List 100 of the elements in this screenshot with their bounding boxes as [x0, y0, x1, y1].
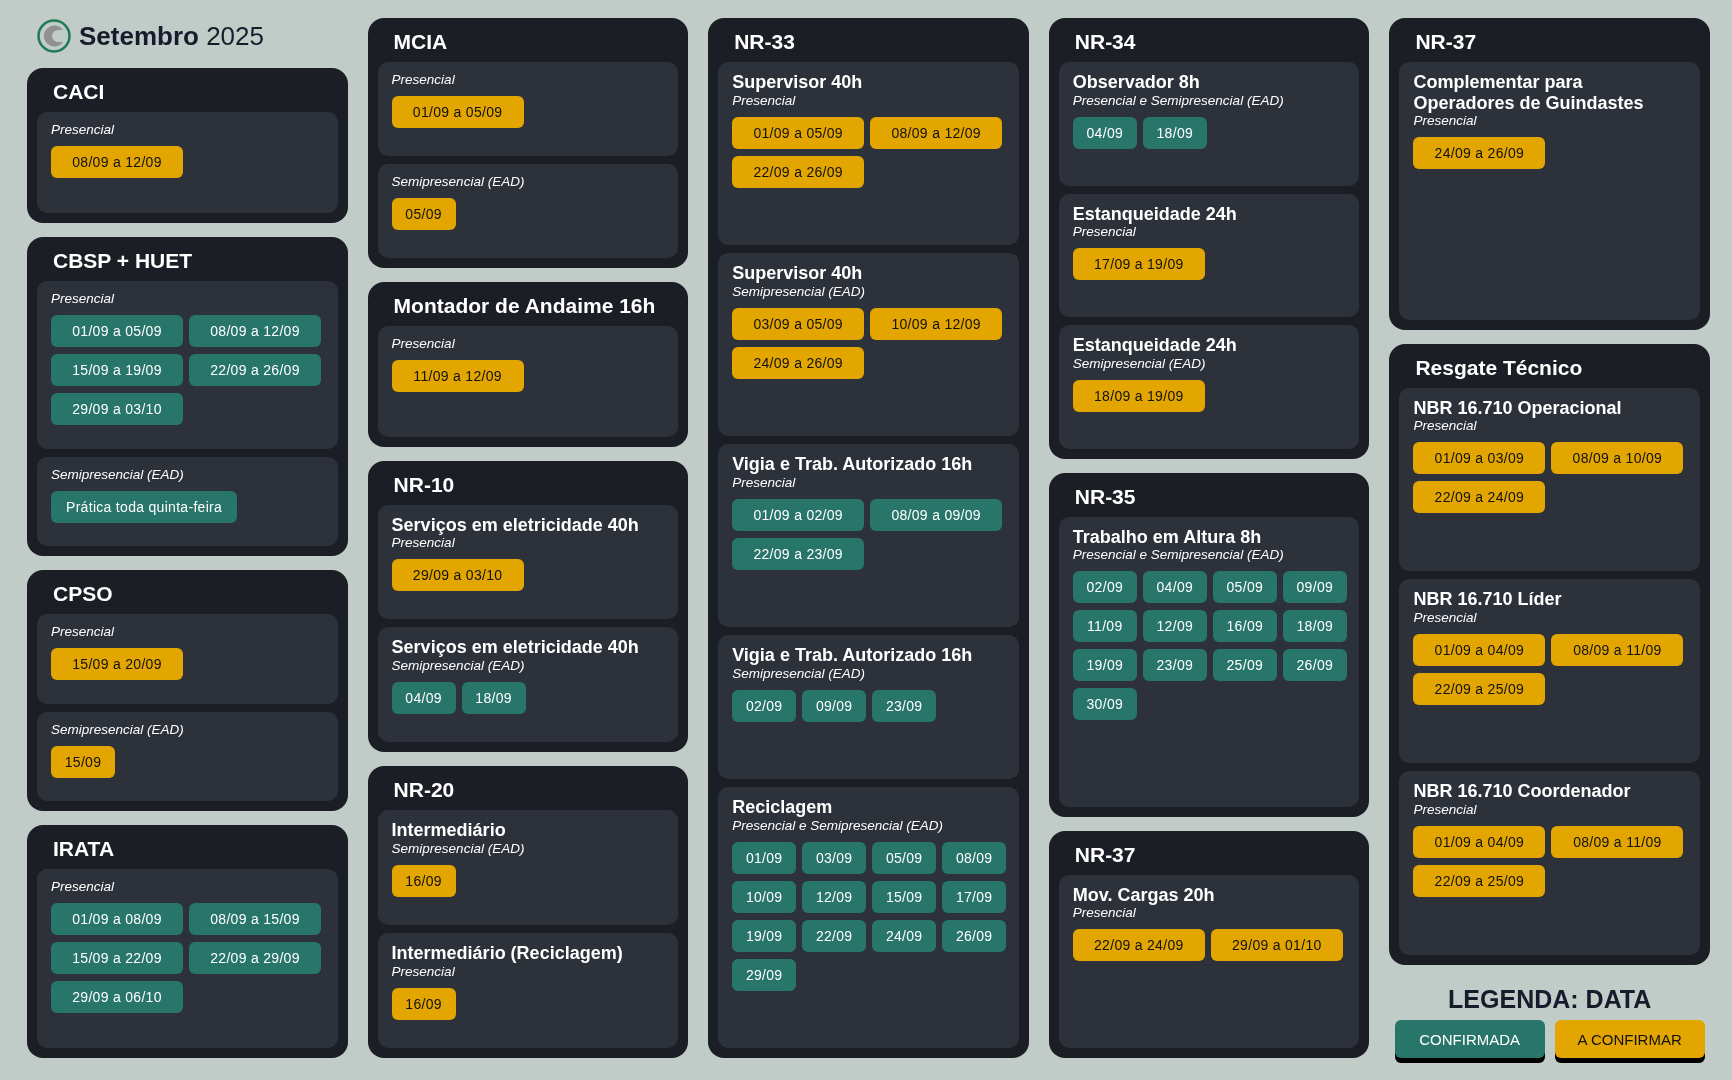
course-title: CACI [52, 79, 106, 104]
date-tag: 22/09 a 24/09 [1072, 929, 1205, 962]
class-mode: Presencial e Semipresencial (EAD) [1072, 92, 1285, 108]
date-tag: 24/09 [872, 919, 937, 952]
date-tag: Prática toda quinta-feira [51, 490, 238, 523]
date-tag: 05/09 [872, 841, 937, 874]
class-mode: Semipresencial (EAD) [391, 174, 526, 190]
class-mode: Presencial e Semipresencial (EAD) [1072, 547, 1285, 563]
class-name: Complementar para Operadores de Guindastes [1413, 72, 1645, 114]
date-tag: 15/09 a 22/09 [51, 942, 183, 974]
date-tag: 17/09 [942, 880, 1007, 913]
class-name: Supervisor 40h [732, 72, 864, 93]
course-title: IRATA [52, 836, 116, 861]
date-tag: 04/09 [1072, 116, 1137, 149]
date-tag: 24/09 a 26/09 [732, 346, 865, 379]
class-mode: Presencial [1072, 224, 1137, 240]
date-tag: 22/09 a 23/09 [732, 537, 865, 570]
class-name: NBR 16.710 Operacional [1413, 397, 1623, 419]
date-tag: 10/09 a 12/09 [870, 307, 1003, 340]
date-tag: 18/09 [1282, 610, 1347, 643]
class-name: Serviços em eletricidade 40h [391, 637, 640, 659]
class-mode: Semipresencial (EAD) [51, 466, 185, 482]
date-tag: 22/09 a 25/09 [1413, 673, 1546, 706]
class-mode: Presencial [1413, 610, 1478, 626]
date-tag: 25/09 [1212, 649, 1277, 682]
course-title: Montador de Andaime 16h [392, 293, 657, 319]
date-tag: 17/09 a 19/09 [1072, 248, 1205, 281]
course-title: NR-10 [392, 471, 456, 497]
page-title: Setembro 2025 [79, 20, 264, 52]
date-tag: 08/09 a 12/09 [51, 146, 183, 178]
class-mode: Semipresencial (EAD) [732, 283, 866, 299]
date-tag: 29/09 a 06/10 [51, 981, 183, 1013]
date-tag: 29/09 a 03/10 [51, 393, 183, 425]
date-tag: 05/09 [1212, 571, 1277, 604]
date-tag: 22/09 a 26/09 [732, 155, 865, 188]
date-tag: 05/09 [391, 198, 456, 231]
course-title: CBSP + HUET [52, 248, 194, 273]
course-title: NR-35 [1073, 483, 1137, 509]
date-tag: 12/09 [1142, 610, 1207, 643]
date-tag: 29/09 a 01/10 [1210, 929, 1343, 962]
date-tag: 22/09 a 25/09 [1413, 864, 1546, 897]
date-tag: 26/09 [942, 919, 1007, 952]
date-tag: 08/09 a 09/09 [870, 498, 1003, 531]
class-mode: Presencial [51, 122, 116, 137]
date-tag: 09/09 [1282, 571, 1347, 604]
date-tag: 01/09 a 03/09 [1413, 442, 1546, 475]
date-tag: 16/09 [391, 865, 456, 897]
date-tag: 01/09 a 02/09 [732, 498, 865, 531]
date-tag: 02/09 [1072, 571, 1137, 604]
date-tag: 01/09 a 05/09 [732, 116, 865, 149]
date-tag: 22/09 a 26/09 [189, 354, 321, 386]
class-name: Vigia e Trab. Autorizado 16h [732, 454, 974, 475]
class-mode: Presencial [391, 535, 456, 551]
date-tag: 01/09 [732, 841, 797, 874]
date-tag: 30/09 [1072, 688, 1137, 721]
date-tag: 08/09 a 11/09 [1551, 634, 1684, 667]
class-mode: Presencial [1072, 905, 1137, 921]
class-mode: Presencial [732, 92, 797, 108]
date-tag: 08/09 a 12/09 [189, 315, 321, 347]
class-mode: Semipresencial (EAD) [1072, 355, 1207, 371]
date-tag: 23/09 [1142, 649, 1207, 682]
date-tag: 08/09 a 10/09 [1551, 442, 1684, 475]
class-name: Trabalho em Altura 8h [1072, 526, 1263, 548]
date-tag: 11/09 a 12/09 [391, 360, 524, 393]
date-tag: 01/09 a 05/09 [51, 315, 183, 347]
class-name: Intermediário [391, 820, 507, 841]
date-tag: 18/09 [1142, 116, 1207, 149]
class-mode: Semipresencial (EAD) [732, 665, 866, 681]
date-tag: 18/09 [461, 682, 526, 715]
date-tag: 29/09 a 03/10 [391, 559, 524, 592]
date-tag: 22/09 a 24/09 [1413, 481, 1546, 514]
date-tag: 15/09 a 20/09 [51, 648, 183, 680]
class-mode: Semipresencial (EAD) [391, 658, 526, 674]
date-tag: 22/09 a 29/09 [189, 942, 321, 974]
date-tag: 04/09 [391, 682, 456, 715]
class-mode: Presencial e Semipresencial (EAD) [732, 817, 945, 833]
class-name: Mov. Cargas 20h [1072, 884, 1216, 906]
class-mode: Presencial [1413, 418, 1478, 434]
class-mode: Presencial [391, 336, 456, 352]
date-tag: 09/09 [802, 689, 867, 722]
date-tag: 23/09 [872, 689, 937, 722]
logo-icon [37, 19, 71, 53]
date-tag: 26/09 [1282, 649, 1347, 682]
class-name: Estanqueidade 24h [1072, 335, 1238, 356]
class-name: NBR 16.710 Coordenador [1413, 781, 1632, 802]
class-name: Estanqueidade 24h [1072, 203, 1238, 225]
course-title: NR-20 [392, 777, 456, 803]
date-tag: 03/09 a 05/09 [732, 307, 865, 340]
course-title: Resgate Técnico [1414, 354, 1584, 380]
date-tag: 22/09 [802, 919, 867, 952]
date-tag: 29/09 [732, 958, 797, 991]
class-name: Reciclagem [732, 797, 834, 818]
class-mode: Presencial [391, 72, 456, 87]
course-title: MCIA [392, 29, 449, 54]
date-tag: 15/09 a 19/09 [51, 354, 183, 386]
date-tag: 11/09 [1072, 610, 1137, 643]
date-tag: 01/09 a 08/09 [51, 903, 183, 935]
class-mode: Semipresencial (EAD) [51, 721, 185, 737]
date-tag: 08/09 a 15/09 [189, 903, 321, 935]
class-name: Serviços em eletricidade 40h [391, 514, 640, 536]
